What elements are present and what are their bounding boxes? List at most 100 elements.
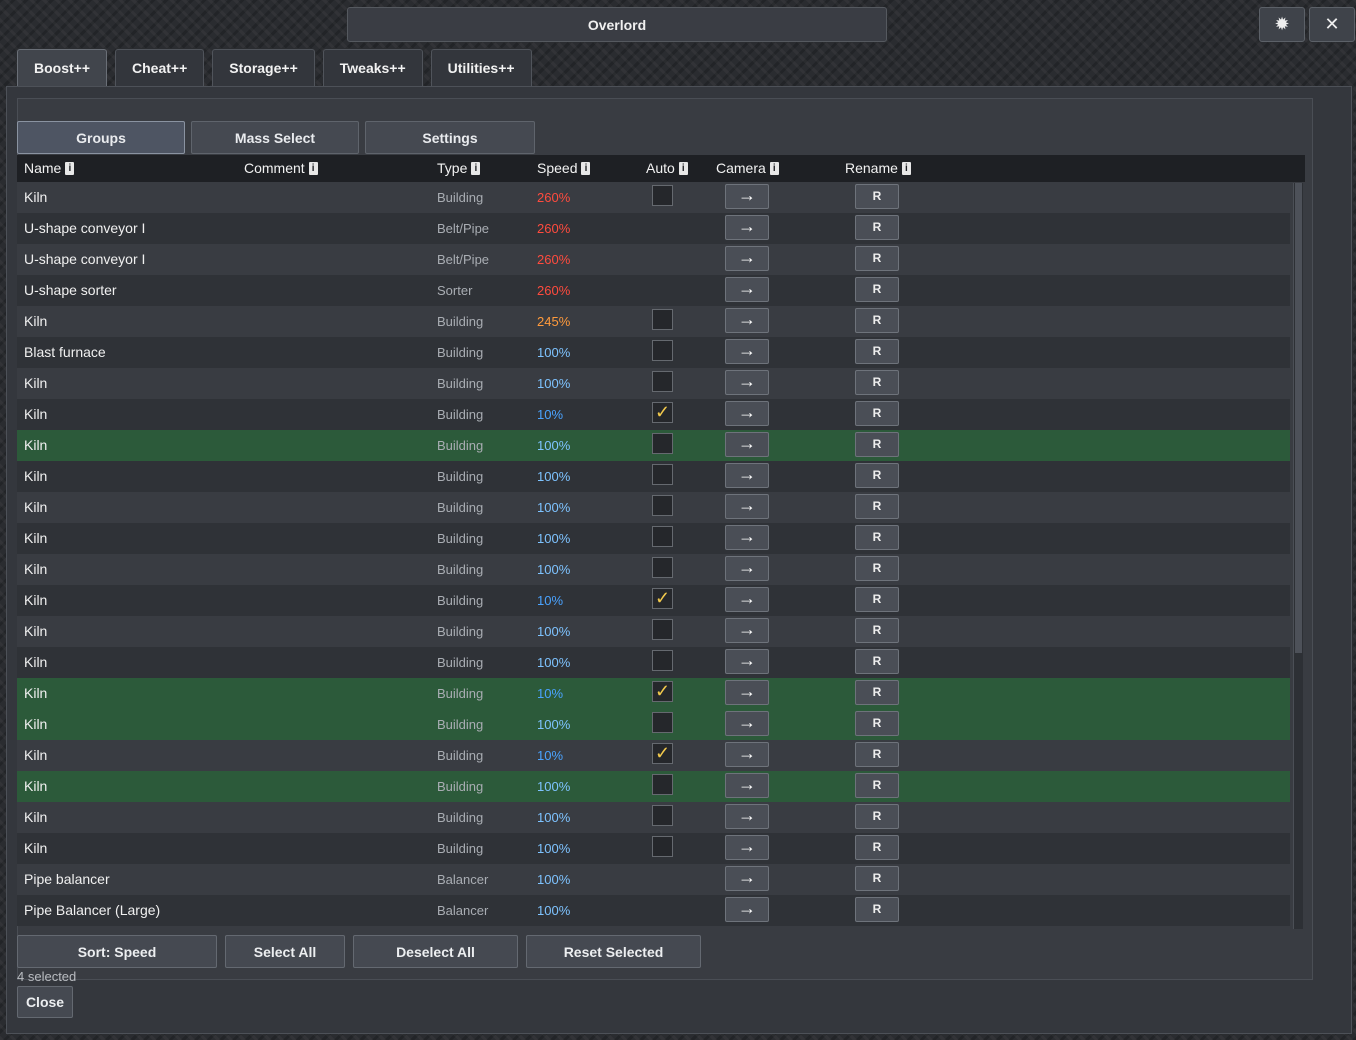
rename-button[interactable]: R	[855, 835, 899, 860]
camera-button[interactable]: →	[725, 587, 769, 612]
camera-button[interactable]: →	[725, 897, 769, 922]
camera-button[interactable]: →	[725, 680, 769, 705]
info-icon[interactable]: i	[308, 161, 318, 175]
table-row[interactable]: Kiln Building 100% → R	[17, 802, 1290, 833]
camera-button[interactable]: →	[725, 432, 769, 457]
reset-selected-button[interactable]: Reset Selected	[526, 935, 701, 968]
table-row[interactable]: U-shape sorter Sorter 260% → R	[17, 275, 1290, 306]
table-row[interactable]: Kiln Building 10% ✓ → R	[17, 678, 1290, 709]
camera-button[interactable]: →	[725, 339, 769, 364]
close-button[interactable]: Close	[17, 986, 73, 1018]
table-row[interactable]: Kiln Building 100% → R	[17, 368, 1290, 399]
col-name[interactable]: Name i	[24, 160, 75, 176]
subtab-settings[interactable]: Settings	[365, 121, 535, 154]
rename-button[interactable]: R	[855, 587, 899, 612]
camera-button[interactable]: →	[725, 742, 769, 767]
camera-button[interactable]: →	[725, 370, 769, 395]
col-camera[interactable]: Camera i	[716, 160, 779, 176]
rename-button[interactable]: R	[855, 308, 899, 333]
rename-button[interactable]: R	[855, 649, 899, 674]
auto-checkbox[interactable]: ✓	[652, 588, 673, 609]
rename-button[interactable]: R	[855, 277, 899, 302]
table-row[interactable]: U-shape conveyor I Belt/Pipe 260% → R	[17, 213, 1290, 244]
info-icon[interactable]: i	[581, 161, 591, 175]
table-row[interactable]: Kiln Building 245% → R	[17, 306, 1290, 337]
pin-button[interactable]: ✹	[1259, 7, 1305, 42]
camera-button[interactable]: →	[725, 463, 769, 488]
col-speed[interactable]: Speed i	[537, 160, 591, 176]
camera-button[interactable]: →	[725, 773, 769, 798]
info-icon[interactable]: i	[769, 161, 779, 175]
table-row[interactable]: Blast furnace Building 100% → R	[17, 337, 1290, 368]
table-row[interactable]: Kiln Building 100% → R	[17, 461, 1290, 492]
rename-button[interactable]: R	[855, 742, 899, 767]
camera-button[interactable]: →	[725, 401, 769, 426]
camera-button[interactable]: →	[725, 804, 769, 829]
rename-button[interactable]: R	[855, 339, 899, 364]
auto-checkbox[interactable]	[652, 340, 673, 361]
col-rename[interactable]: Rename i	[845, 160, 911, 176]
table-row[interactable]: Kiln Building 100% → R	[17, 523, 1290, 554]
auto-checkbox[interactable]	[652, 712, 673, 733]
col-type[interactable]: Type i	[437, 160, 481, 176]
info-icon[interactable]: i	[471, 161, 481, 175]
tab-tweaks[interactable]: Tweaks++	[322, 49, 423, 86]
table-row[interactable]: Kiln Building 100% → R	[17, 554, 1290, 585]
table-row[interactable]: Kiln Building 100% → R	[17, 771, 1290, 802]
camera-button[interactable]: →	[725, 494, 769, 519]
rename-button[interactable]: R	[855, 184, 899, 209]
auto-checkbox[interactable]	[652, 557, 673, 578]
auto-checkbox[interactable]	[652, 371, 673, 392]
camera-button[interactable]: →	[725, 215, 769, 240]
table-row[interactable]: Kiln Building 100% → R	[17, 647, 1290, 678]
deselect-all-button[interactable]: Deselect All	[353, 935, 518, 968]
auto-checkbox[interactable]: ✓	[652, 402, 673, 423]
auto-checkbox[interactable]	[652, 464, 673, 485]
subtab-groups[interactable]: Groups	[17, 121, 185, 154]
rename-button[interactable]: R	[855, 246, 899, 271]
rename-button[interactable]: R	[855, 618, 899, 643]
camera-button[interactable]: →	[725, 556, 769, 581]
rename-button[interactable]: R	[855, 432, 899, 457]
rename-button[interactable]: R	[855, 711, 899, 736]
camera-button[interactable]: →	[725, 184, 769, 209]
camera-button[interactable]: →	[725, 525, 769, 550]
table-row[interactable]: Kiln Building 100% → R	[17, 833, 1290, 864]
auto-checkbox[interactable]: ✓	[652, 743, 673, 764]
camera-button[interactable]: →	[725, 246, 769, 271]
table-row[interactable]: Pipe balancer Balancer 100% → R	[17, 864, 1290, 895]
auto-checkbox[interactable]	[652, 526, 673, 547]
auto-checkbox[interactable]	[652, 309, 673, 330]
tab-cheat[interactable]: Cheat++	[115, 49, 205, 86]
camera-button[interactable]: →	[725, 711, 769, 736]
rename-button[interactable]: R	[855, 215, 899, 240]
scrollbar[interactable]	[1293, 183, 1303, 929]
camera-button[interactable]: →	[725, 866, 769, 891]
camera-button[interactable]: →	[725, 649, 769, 674]
camera-button[interactable]: →	[725, 277, 769, 302]
subtab-mass-select[interactable]: Mass Select	[191, 121, 359, 154]
rename-button[interactable]: R	[855, 370, 899, 395]
rename-button[interactable]: R	[855, 680, 899, 705]
rename-button[interactable]: R	[855, 804, 899, 829]
auto-checkbox[interactable]	[652, 433, 673, 454]
table-row[interactable]: Kiln Building 100% → R	[17, 492, 1290, 523]
sort-button[interactable]: Sort: Speed	[17, 935, 217, 968]
scrollbar-thumb[interactable]	[1295, 183, 1302, 653]
tab-utilities[interactable]: Utilities++	[430, 49, 532, 86]
rename-button[interactable]: R	[855, 556, 899, 581]
rename-button[interactable]: R	[855, 773, 899, 798]
table-row[interactable]: Kiln Building 100% → R	[17, 430, 1290, 461]
col-auto[interactable]: Auto i	[646, 160, 688, 176]
tab-boost[interactable]: Boost++	[17, 49, 108, 86]
auto-checkbox[interactable]	[652, 774, 673, 795]
rename-button[interactable]: R	[855, 401, 899, 426]
tab-storage[interactable]: Storage++	[212, 49, 315, 86]
auto-checkbox[interactable]: ✓	[652, 681, 673, 702]
rename-button[interactable]: R	[855, 463, 899, 488]
table-row[interactable]: Kiln Building 260% → R	[17, 182, 1290, 213]
auto-checkbox[interactable]	[652, 805, 673, 826]
info-icon[interactable]: i	[65, 161, 75, 175]
table-row[interactable]: Kiln Building 100% → R	[17, 616, 1290, 647]
auto-checkbox[interactable]	[652, 185, 673, 206]
